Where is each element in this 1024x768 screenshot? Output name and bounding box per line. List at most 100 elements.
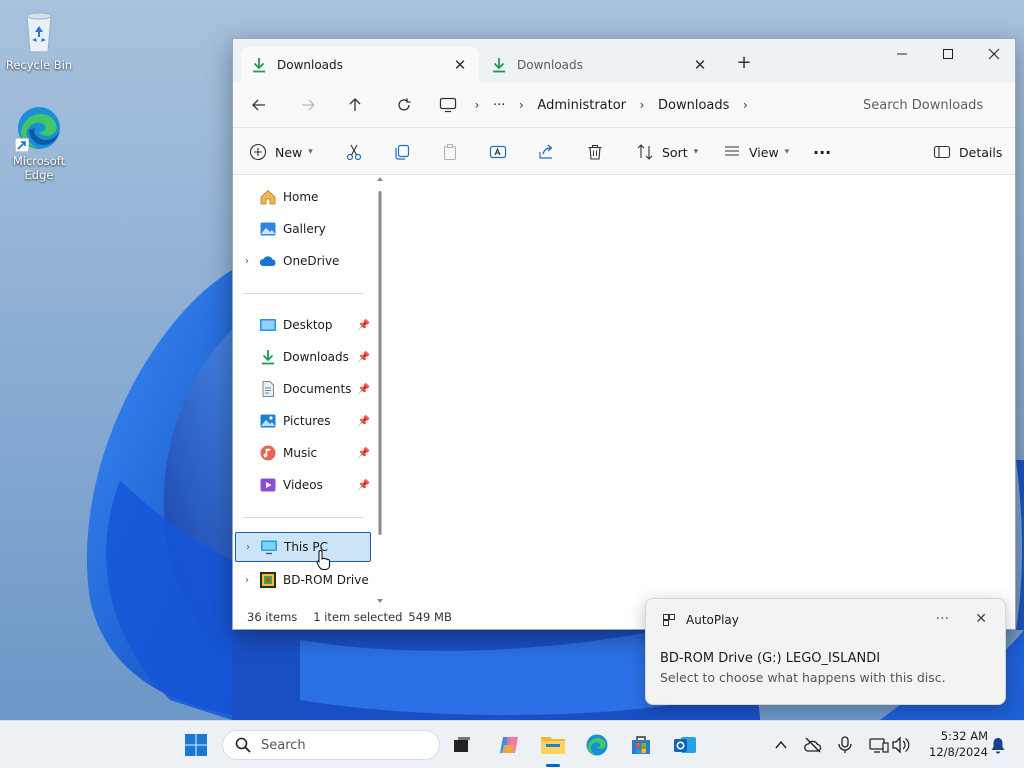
chevron-right-icon[interactable]: ›	[235, 256, 259, 267]
view-button[interactable]: View ▾	[723, 138, 789, 166]
store-icon	[632, 736, 650, 754]
sort-button[interactable]: Sort ▾	[636, 138, 698, 166]
delete-button[interactable]	[586, 138, 604, 166]
edge-icon	[15, 104, 63, 152]
chevron-right-icon[interactable]: ›	[235, 575, 259, 586]
sidebar-item-bd-rom-drive[interactable]: › BD-ROM Drive (	[235, 565, 371, 595]
edge-taskbar-button[interactable]	[581, 729, 613, 761]
task-view-button[interactable]	[446, 729, 478, 761]
copy-button[interactable]	[393, 138, 411, 166]
notifications-button[interactable]	[986, 733, 1010, 757]
sidebar-item-videos[interactable]: Videos 📌	[235, 470, 371, 500]
sidebar-item-documents[interactable]: Documents 📌	[235, 374, 371, 404]
sidebar-item-desktop[interactable]: Desktop 📌	[235, 310, 371, 340]
arrow-up-icon	[349, 98, 361, 111]
pin-icon[interactable]: 📌	[357, 416, 371, 427]
sidebar-item-home[interactable]: Home	[235, 182, 371, 212]
clock-time: 5:32 AM	[940, 729, 988, 743]
music-icon	[259, 444, 277, 462]
selection-count: 1 item selected	[313, 610, 403, 624]
autoplay-notification[interactable]: AutoPlay ··· ✕ BD-ROM Drive (G:) LEGO_IS…	[645, 598, 1006, 705]
desktop-icon-label: Microsoft Edge	[12, 154, 66, 182]
store-taskbar-button[interactable]	[625, 729, 657, 761]
sidebar-item-gallery[interactable]: Gallery	[235, 214, 371, 244]
maximize-button[interactable]	[925, 39, 971, 69]
close-window-button[interactable]	[971, 39, 1017, 69]
desktop-icon-recycle-bin[interactable]: Recycle Bin	[1, 8, 77, 72]
pin-icon[interactable]: 📌	[357, 320, 371, 331]
tab-close-icon[interactable]: ✕	[691, 56, 709, 74]
breadcrumb-overflow[interactable]: ···	[487, 98, 511, 113]
arrow-right-icon	[302, 99, 315, 111]
minimize-button[interactable]	[879, 39, 925, 69]
pin-icon[interactable]: 📌	[357, 480, 371, 491]
toast-header: AutoPlay	[662, 613, 739, 627]
plus-circle-icon	[249, 143, 267, 161]
start-button[interactable]	[180, 729, 212, 761]
nav-label: Videos	[283, 478, 323, 492]
address-bar: › ··· › Administrator › Downloads › Sear…	[233, 83, 1015, 127]
outlook-taskbar-button[interactable]	[669, 729, 701, 761]
toast-close-icon[interactable]: ✕	[975, 611, 987, 627]
tab-close-icon[interactable]: ✕	[451, 56, 469, 74]
sidebar-item-music[interactable]: Music 📌	[235, 438, 371, 468]
pin-icon[interactable]: 📌	[357, 448, 371, 459]
sidebar-item-this-pc[interactable]: › This PC	[235, 532, 371, 562]
taskbar-search-input[interactable]: Search	[222, 730, 440, 760]
search-placeholder: Search Downloads	[863, 97, 984, 113]
paste-button[interactable]	[441, 138, 459, 166]
nav-label: Gallery	[283, 222, 326, 236]
quick-settings-button[interactable]	[864, 733, 914, 757]
share-button[interactable]	[538, 138, 556, 166]
chevron-right-icon: ›	[519, 98, 524, 112]
tab-downloads[interactable]: Downloads ✕	[481, 47, 719, 83]
breadcrumb-downloads[interactable]: Downloads	[652, 98, 735, 113]
file-list-area[interactable]	[387, 175, 1015, 605]
network-offline-tray[interactable]	[801, 733, 825, 757]
microphone-tray[interactable]	[833, 733, 857, 757]
copilot-icon	[500, 737, 518, 753]
new-label: New	[275, 144, 303, 160]
up-button[interactable]	[341, 91, 369, 119]
mouse-pointer-hand-icon	[316, 549, 331, 570]
microphone-icon	[838, 736, 852, 753]
nav-pane-scrollbar[interactable]	[375, 175, 385, 605]
pin-icon[interactable]: 📌	[357, 352, 371, 363]
rename-button[interactable]	[489, 138, 507, 166]
see-more-button[interactable]: ···	[813, 138, 831, 166]
sort-arrows-icon	[637, 144, 653, 160]
arrow-left-icon	[252, 99, 265, 111]
details-button[interactable]: Details	[933, 138, 1002, 166]
cut-button[interactable]	[345, 138, 363, 166]
new-tab-plus-icon[interactable]: +	[733, 53, 755, 75]
tab-label: Downloads	[517, 58, 583, 72]
back-button[interactable]	[245, 91, 273, 119]
chevron-down-icon: ▾	[308, 147, 313, 157]
speaker-icon	[892, 736, 910, 754]
sidebar-item-downloads[interactable]: Downloads 📌	[235, 342, 371, 372]
file-explorer-taskbar-button[interactable]	[537, 729, 569, 767]
tab-downloads-active[interactable]: Downloads ✕	[241, 47, 479, 83]
show-hidden-icons-button[interactable]	[769, 733, 793, 757]
pin-icon[interactable]: 📌	[357, 384, 371, 395]
toast-more-icon[interactable]: ···	[936, 611, 949, 627]
copilot-button[interactable]	[493, 729, 525, 761]
taskbar-clock[interactable]: 5:32 AM 12/8/2024	[922, 728, 988, 760]
scissors-icon	[346, 144, 362, 161]
minimize-icon	[897, 53, 907, 55]
refresh-button[interactable]	[390, 91, 418, 119]
cloud-icon	[259, 252, 277, 270]
chevron-right-icon: ›	[743, 98, 748, 112]
forward-button[interactable]	[294, 91, 322, 119]
sidebar-item-pictures[interactable]: Pictures 📌	[235, 406, 371, 436]
chevron-right-icon[interactable]: ›	[236, 542, 260, 553]
new-button[interactable]: New ▾	[249, 138, 313, 166]
sidebar-item-onedrive[interactable]: › OneDrive	[235, 246, 371, 276]
download-arrow-icon	[493, 58, 505, 73]
taskbar: Search 5:32 AM 12/8/2024	[0, 720, 1024, 768]
breadcrumb[interactable]: › ··· › Administrator › Downloads ›	[439, 88, 839, 122]
desktop-icon-edge[interactable]: Microsoft Edge	[1, 104, 77, 182]
breadcrumb-administrator[interactable]: Administrator	[531, 98, 632, 113]
search-input[interactable]: Search Downloads	[849, 89, 1005, 121]
refresh-icon	[398, 98, 411, 111]
